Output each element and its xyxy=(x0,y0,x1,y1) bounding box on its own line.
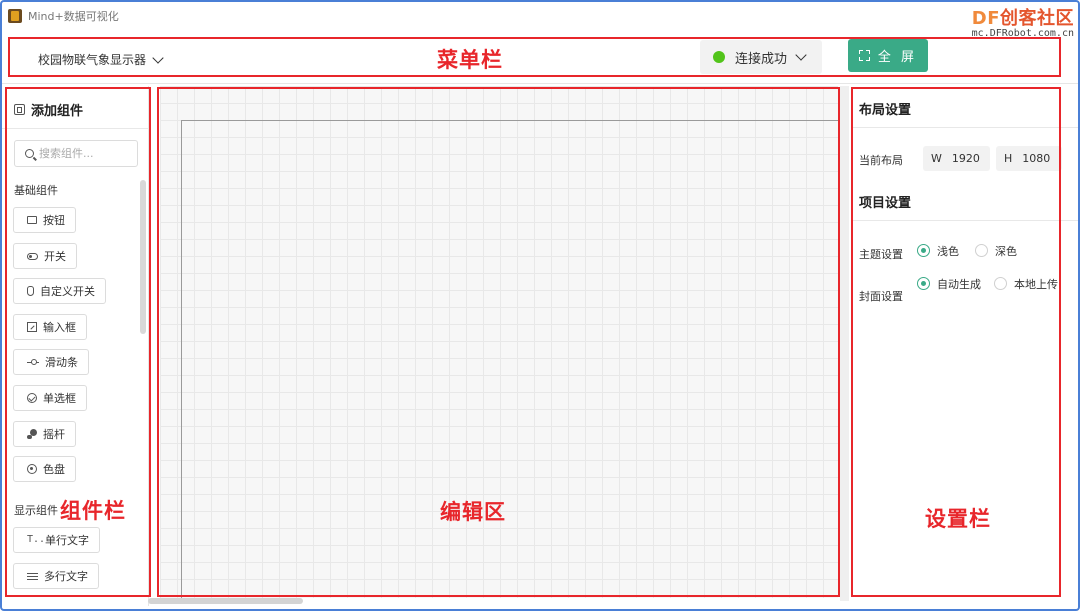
editor-horizontal-scrollbar[interactable] xyxy=(148,598,303,604)
annotation-menubar-label: 菜单栏 xyxy=(437,48,503,72)
app-title: Mind+数据可视化 xyxy=(28,10,119,23)
component-label: 自定义开关 xyxy=(40,285,95,298)
layout-settings-title: 布局设置 xyxy=(859,103,912,118)
radio-unchecked-icon xyxy=(994,277,1007,290)
theme-setting-label: 主题设置 xyxy=(859,248,903,261)
cover-auto-radio[interactable]: 自动生成 xyxy=(917,276,983,294)
fullscreen-icon xyxy=(858,50,870,61)
panel-divider xyxy=(852,127,1078,128)
layout-width-field[interactable]: W 1920 xyxy=(923,146,990,171)
status-dot-icon xyxy=(713,51,725,63)
radio-unchecked-icon xyxy=(975,244,988,257)
chevron-down-icon xyxy=(795,49,807,61)
cover-auto-label: 自动生成 xyxy=(937,278,981,291)
current-layout-label: 当前布局 xyxy=(859,154,903,167)
multiline-text-icon xyxy=(27,572,38,581)
component-panel-header: 添加组件 xyxy=(14,100,83,119)
fullscreen-button[interactable]: 全 屏 xyxy=(848,39,928,72)
height-value: 1080 xyxy=(1022,152,1051,165)
panel-divider xyxy=(852,220,1078,221)
cover-upload-radio[interactable]: 本地上传 xyxy=(994,276,1060,294)
component-search[interactable] xyxy=(14,140,138,167)
radio-checked-icon xyxy=(917,277,930,290)
component-panel-title: 添加组件 xyxy=(31,104,84,119)
canvas-board[interactable] xyxy=(181,120,838,600)
theme-light-radio[interactable]: 浅色 xyxy=(917,243,979,261)
menu-divider xyxy=(2,83,1078,84)
component-label: 开关 xyxy=(44,250,66,263)
theme-dark-label: 深色 xyxy=(995,245,1017,258)
component-button[interactable]: 按钮 xyxy=(13,207,76,233)
cover-upload-label: 本地上传 xyxy=(1014,278,1058,291)
title-bar: Mind+数据可视化 xyxy=(8,6,119,26)
component-radio[interactable]: 单选框 xyxy=(13,385,87,411)
project-selector[interactable]: 校园物联气象显示器 xyxy=(38,51,164,68)
display-group-label: 显示组件 xyxy=(14,504,58,517)
annotation-settings-label: 设置栏 xyxy=(925,507,991,531)
connection-status-label: 连接成功 xyxy=(735,51,788,67)
basic-group-label: 基础组件 xyxy=(14,184,58,197)
layout-height-field[interactable]: H 1080 xyxy=(996,146,1062,171)
component-joystick[interactable]: 摇杆 xyxy=(13,421,76,447)
component-label: 单行文字 xyxy=(45,534,89,547)
component-search-input[interactable] xyxy=(39,147,129,160)
app-logo-icon xyxy=(8,9,22,23)
project-name: 校园物联气象显示器 xyxy=(38,53,147,67)
palette-icon xyxy=(27,464,37,474)
connection-status-dropdown[interactable]: 连接成功 xyxy=(700,40,822,74)
component-label: 摇杆 xyxy=(43,428,65,441)
theme-light-label: 浅色 xyxy=(937,245,959,258)
component-switch[interactable]: 开关 xyxy=(13,243,77,269)
switch-icon xyxy=(27,252,38,260)
text-icon: T.. xyxy=(27,534,46,545)
component-label: 滑动条 xyxy=(45,356,78,369)
component-label: 多行文字 xyxy=(44,570,88,583)
annotation-components-label: 组件栏 xyxy=(60,499,126,523)
annotation-editor-label: 编辑区 xyxy=(440,500,506,524)
theme-dark-radio[interactable]: 深色 xyxy=(975,243,1037,261)
component-label: 按钮 xyxy=(43,214,65,227)
search-icon xyxy=(25,149,34,158)
component-single-text[interactable]: T.. 单行文字 xyxy=(13,527,100,553)
chevron-down-icon xyxy=(152,51,164,64)
cover-setting-label: 封面设置 xyxy=(859,290,903,303)
dfrobot-watermark: DF创客社区 mc.DFRobot.com.cn xyxy=(972,4,1074,39)
width-key: W xyxy=(931,152,942,165)
fullscreen-label: 全 屏 xyxy=(877,50,918,65)
menu-bar: 校园物联气象显示器 连接成功 全 屏 xyxy=(0,35,1064,81)
component-panel-scrollbar[interactable] xyxy=(140,180,146,334)
radio-icon xyxy=(27,393,37,403)
button-icon xyxy=(27,216,37,224)
width-value: 1920 xyxy=(951,152,980,165)
panel-divider xyxy=(2,128,148,129)
component-custom-switch[interactable]: 自定义开关 xyxy=(13,278,106,304)
widget-icon xyxy=(14,104,25,115)
component-label: 色盘 xyxy=(43,463,65,476)
input-icon xyxy=(27,322,37,332)
joystick-icon xyxy=(27,429,37,439)
slider-icon xyxy=(27,357,39,367)
component-multi-text[interactable]: 多行文字 xyxy=(13,563,99,589)
project-settings-title: 项目设置 xyxy=(859,196,912,211)
radio-checked-icon xyxy=(917,244,930,257)
watermark-logo: DF创客社区 xyxy=(971,8,1074,29)
custom-switch-icon xyxy=(27,286,34,296)
component-palette[interactable]: 色盘 xyxy=(13,456,76,482)
component-label: 输入框 xyxy=(43,321,76,334)
height-key: H xyxy=(1004,152,1013,165)
editor-vertical-scrollbar[interactable] xyxy=(840,86,849,601)
component-slider[interactable]: 滑动条 xyxy=(13,349,89,375)
panel-divider xyxy=(148,86,149,606)
component-input[interactable]: 输入框 xyxy=(13,314,87,340)
component-label: 单选框 xyxy=(43,392,76,405)
